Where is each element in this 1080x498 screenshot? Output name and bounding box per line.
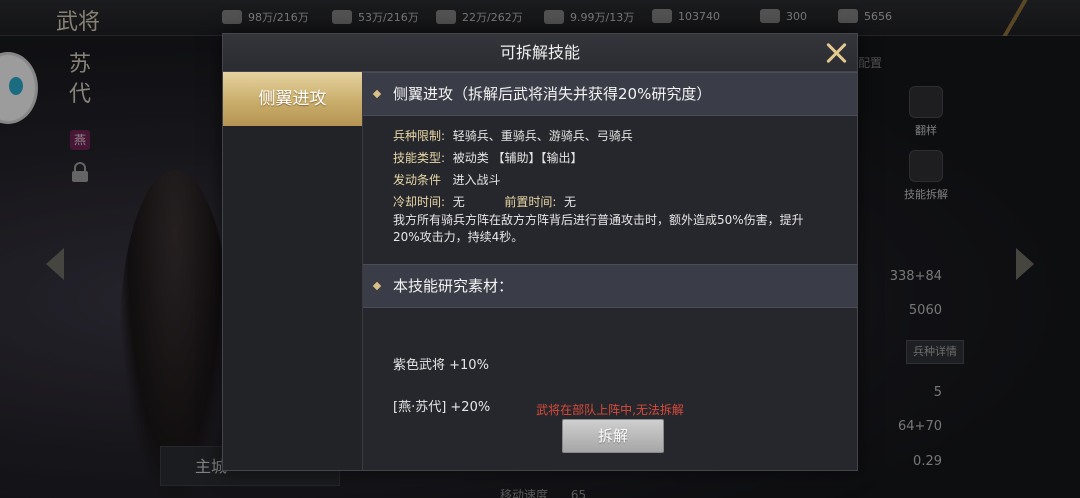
- cooldown-row: 冷却时间: 无 前置时间: 无: [393, 195, 577, 209]
- material-item: 紫色武将 +10%: [393, 358, 489, 373]
- trigger-row: 发动条件 进入战斗: [393, 173, 501, 187]
- dialog-title: 可拆解技能: [223, 34, 857, 72]
- diamond-bullet-icon: [372, 281, 382, 291]
- warning-text: 武将在部队上阵中,无法拆解: [536, 403, 684, 417]
- troop-limit-row: 兵种限制: 轻骑兵、重骑兵、游骑兵、弓骑兵: [393, 129, 633, 143]
- decompose-button[interactable]: 拆解: [562, 419, 664, 453]
- skill-list: 侧翼进攻: [223, 72, 363, 470]
- skill-tab-flank-attack[interactable]: 侧翼进攻: [223, 72, 362, 126]
- diamond-bullet-icon: [372, 89, 382, 99]
- decompose-skill-dialog: 可拆解技能 侧翼进攻 侧翼进攻（拆解后武将消失并获得20%研究度） 兵种限制: …: [222, 33, 858, 471]
- materials-header: 本技能研究素材：: [363, 264, 857, 308]
- skill-description: 我方所有骑兵方阵在敌方方阵背后进行普通攻击时，额外造成50%伤害，提升20%攻击…: [393, 213, 804, 244]
- skill-header: 侧翼进攻（拆解后武将消失并获得20%研究度）: [363, 72, 857, 116]
- skill-type-row: 技能类型: 被动类 【辅助】【输出】: [393, 151, 583, 165]
- close-icon[interactable]: [823, 40, 849, 66]
- skill-detail: 侧翼进攻（拆解后武将消失并获得20%研究度） 兵种限制: 轻骑兵、重骑兵、游骑兵…: [363, 72, 857, 470]
